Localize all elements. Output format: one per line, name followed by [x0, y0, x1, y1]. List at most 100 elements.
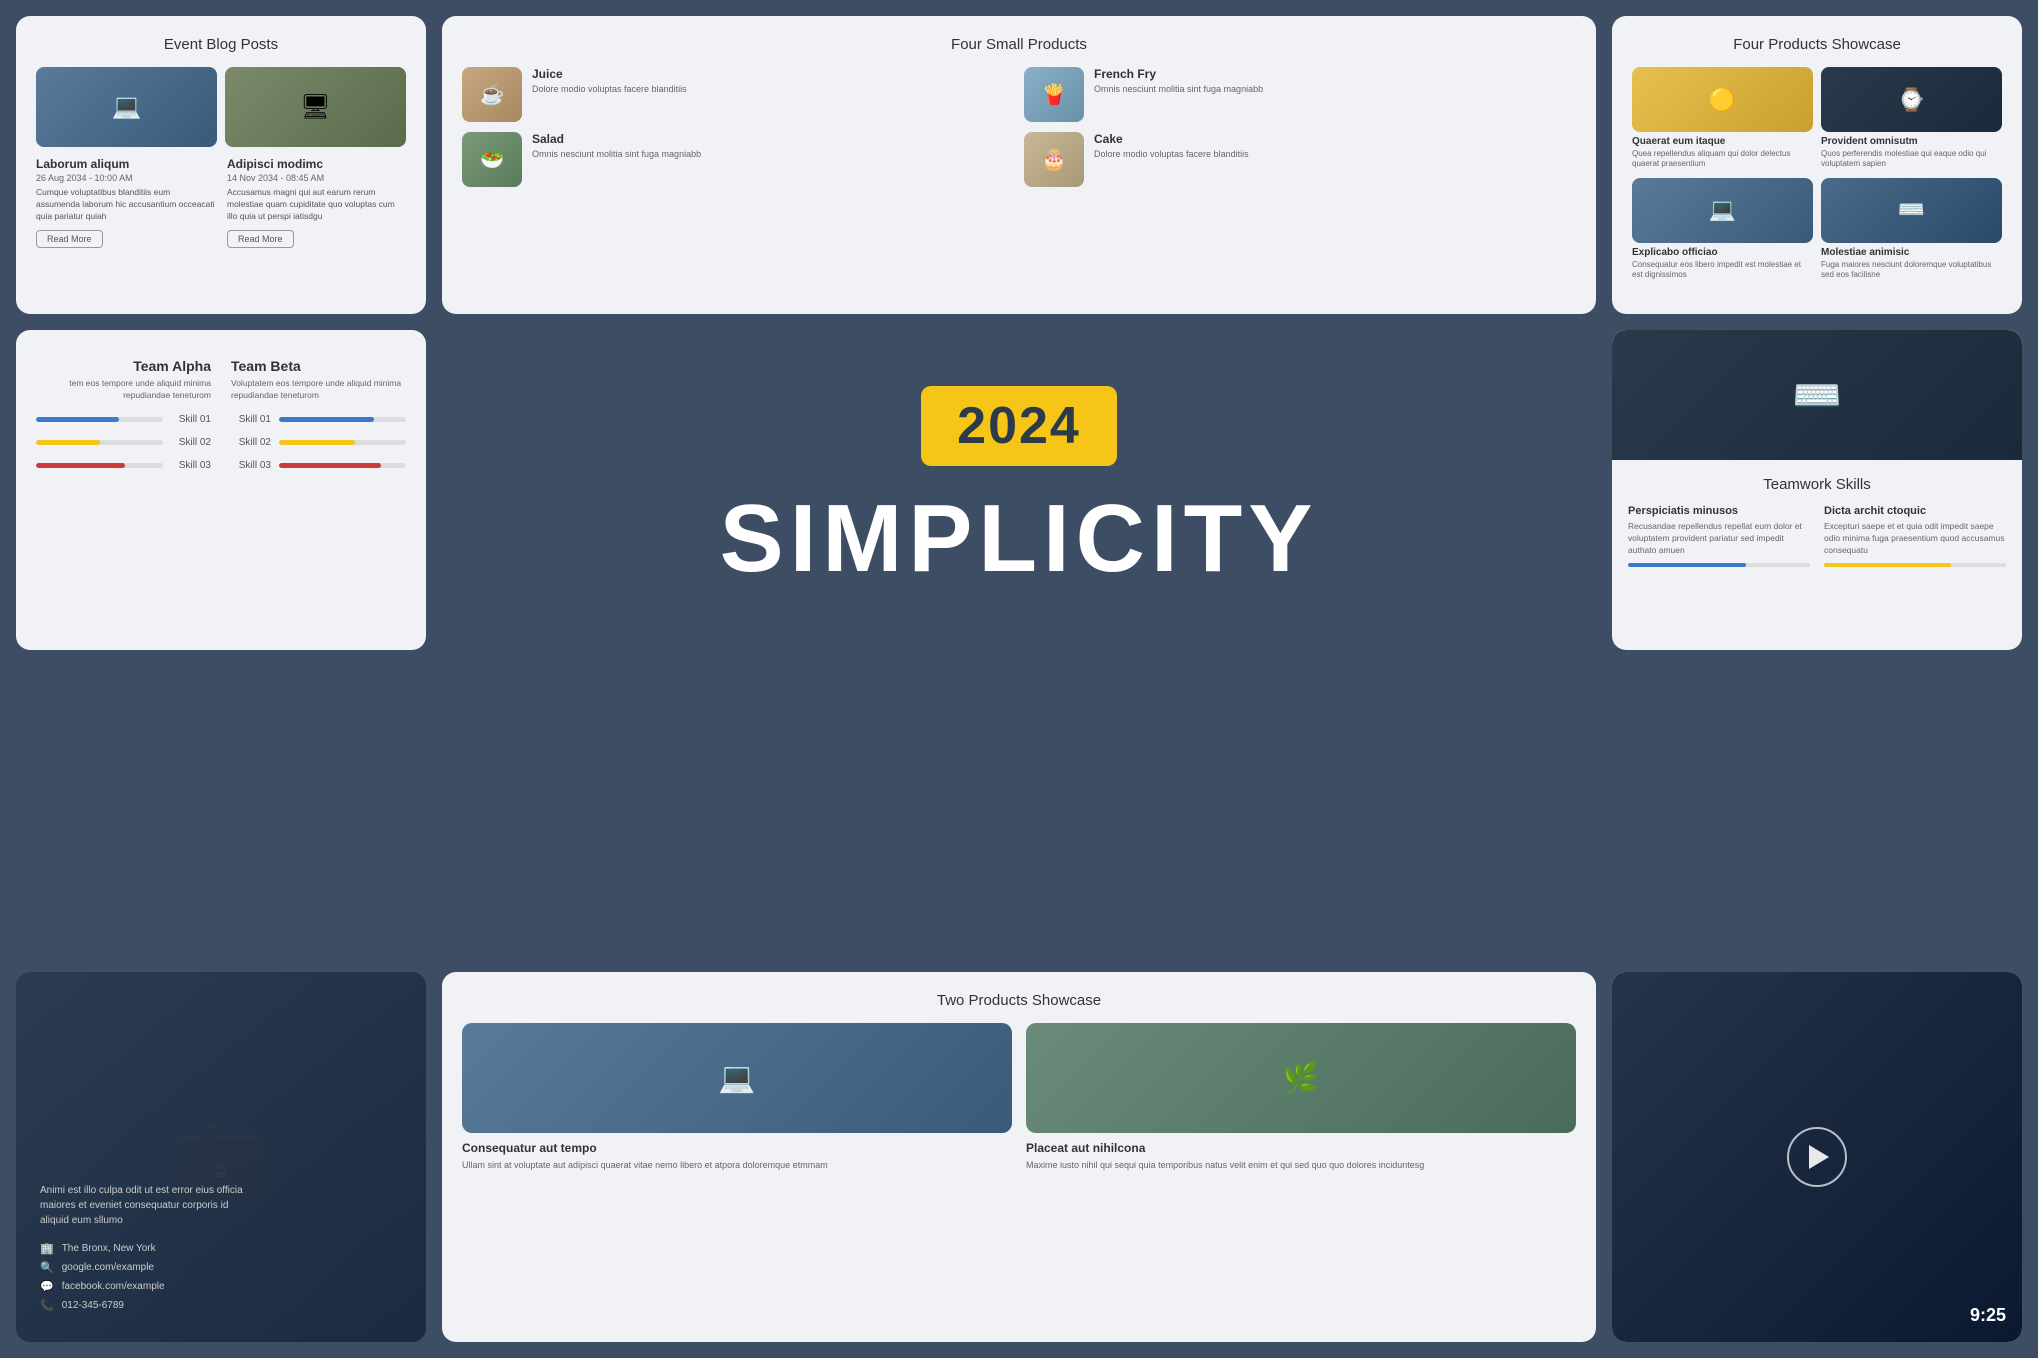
contact-facebook: 💬 facebook.com/example [40, 1280, 260, 1293]
facebook-icon: 💬 [40, 1280, 54, 1293]
contact-card: 💼 Animi est illo culpa odit ut est error… [16, 972, 426, 1342]
teamwork-bar-2 [1824, 563, 1951, 567]
two-product-img-1: 💻 [462, 1023, 1012, 1133]
contact-phone: 📞 012-345-6789 [40, 1299, 260, 1312]
skill-alpha-1-label: Skill 01 [171, 414, 211, 425]
blog-post-1: Laborum aliqum 26 Aug 2034 - 10:00 AM Cu… [36, 157, 215, 248]
skill-beta-2: Skill 02 [231, 437, 406, 448]
skill-alpha-3-bar-container [36, 463, 163, 468]
two-product-name-2: Placeat aut nihilcona [1026, 1141, 1576, 1155]
blog-post-1-text: Cumque voluptatibus blanditiis eum assum… [36, 187, 215, 223]
skill-beta-3: Skill 03 [231, 460, 406, 471]
product-name-juice: Juice [532, 67, 687, 81]
product-item-juice: ☕ Juice Dolore modio voluptas facere bla… [462, 67, 1014, 122]
blog-post-2-read-more[interactable]: Read More [227, 230, 294, 248]
team-alpha-title: Team Alpha [36, 358, 211, 374]
contact-website-text: google.com/example [62, 1262, 154, 1273]
skills-card: Team Alpha tem eos tempore unde aliquid … [16, 330, 426, 650]
skill-beta-3-label: Skill 03 [231, 460, 271, 471]
showcase-name-2: Provident omnisutm [1821, 136, 2002, 147]
teamwork-item-1-desc: Recusandae repellendus repellat eum dolo… [1628, 521, 1810, 557]
skill-alpha-1: Skill 01 [36, 414, 211, 425]
blog-post-1-read-more[interactable]: Read More [36, 230, 103, 248]
blog-post-2-title: Adipisci modimc [227, 157, 406, 171]
showcase-desc-2: Quos perferendis molestiae qui eaque odi… [1821, 149, 2002, 170]
two-product-desc-1: Ullam sint at voluptate aut adipisci qua… [462, 1159, 1012, 1172]
product-thumb-cake: 🎂 [1024, 132, 1084, 187]
showcase-name-1: Quaerat eum itaque [1632, 136, 1813, 147]
skill-beta-2-bar-container [279, 440, 406, 445]
hero-section: 2024 SIMPLICITY [442, 330, 1596, 650]
teamwork-item-2-desc: Excepturi saepe et et quia odit impedit … [1824, 521, 2006, 557]
skill-beta-3-bar [279, 463, 381, 468]
team-beta-title: Team Beta [231, 358, 406, 374]
blog-post-2-date: 14 Nov 2034 - 08:45 AM [227, 173, 406, 183]
product-name-cake: Cake [1094, 132, 1249, 146]
skill-alpha-1-bar [36, 417, 119, 422]
skills-col-beta: Team Beta Voluptatem eos tempore unde al… [231, 358, 406, 483]
showcase-grid: 🟡 Quaerat eum itaque Quea repellendus al… [1632, 67, 2002, 281]
two-product-item-2: 🌿 Placeat aut nihilcona Maxime iusto nih… [1026, 1023, 1576, 1172]
showcase-img-2: ⌚ [1821, 67, 2002, 132]
product-item-salad: 🥗 Salad Omnis nesciunt molitia sint fuga… [462, 132, 1014, 187]
team-beta-desc: Voluptatem eos tempore unde aliquid mini… [231, 378, 406, 402]
contact-overlay: Animi est illo culpa odit ut est error e… [16, 972, 426, 1342]
product-name-salad: Salad [532, 132, 701, 146]
teamwork-item-2: Dicta archit ctoquic Excepturi saepe et … [1824, 505, 2006, 567]
video-bg: 9:25 [1612, 972, 2022, 1342]
showcase-desc-1: Quea repellendus aliquam qui dolor delec… [1632, 149, 1813, 170]
contact-facebook-text: facebook.com/example [62, 1281, 165, 1292]
two-products-grid: 💻 Consequatur aut tempo Ullam sint at vo… [462, 1023, 1576, 1172]
product-desc-juice: Dolore modio voluptas facere blanditiis [532, 83, 687, 96]
four-showcase-card: Four Products Showcase 🟡 Quaerat eum ita… [1612, 16, 2022, 314]
product-name-fry: French Fry [1094, 67, 1263, 81]
product-thumb-juice: ☕ [462, 67, 522, 122]
blog-post-2-text: Accusamus magni qui aut earum rerum mole… [227, 187, 406, 223]
team-alpha-desc: tem eos tempore unde aliquid minima repu… [36, 378, 211, 402]
blog-images-row [36, 67, 406, 147]
contact-phone-text: 012-345-6789 [62, 1300, 124, 1311]
products-grid: ☕ Juice Dolore modio voluptas facere bla… [462, 67, 1576, 187]
product-desc-salad: Omnis nesciunt molitia sint fuga magniab… [532, 148, 701, 161]
skill-alpha-3-label: Skill 03 [171, 460, 211, 471]
showcase-name-4: Molestiae animisic [1821, 247, 2002, 258]
blog-post-1-title: Laborum aliqum [36, 157, 215, 171]
hero-year: 2024 [921, 386, 1117, 466]
showcase-img-4: ⌨️ [1821, 178, 2002, 243]
skill-beta-2-label: Skill 02 [231, 437, 271, 448]
two-product-desc-2: Maxime iusto nihil qui sequi quia tempor… [1026, 1159, 1576, 1172]
product-item-cake: 🎂 Cake Dolore modio voluptas facere blan… [1024, 132, 1576, 187]
product-info-cake: Cake Dolore modio voluptas facere blandi… [1094, 132, 1249, 161]
four-products-title: Four Small Products [462, 36, 1576, 53]
showcase-desc-4: Fuga maiores nesciunt doloremque volupta… [1821, 260, 2002, 281]
product-thumb-fry: 🍟 [1024, 67, 1084, 122]
blog-post-1-date: 26 Aug 2034 - 10:00 AM [36, 173, 215, 183]
video-time: 9:25 [1970, 1305, 2006, 1326]
skill-alpha-3: Skill 03 [36, 460, 211, 471]
skill-beta-3-bar-container [279, 463, 406, 468]
four-small-products-card: Four Small Products ☕ Juice Dolore modio… [442, 16, 1596, 314]
skill-beta-2-bar [279, 440, 355, 445]
skill-alpha-2-label: Skill 02 [171, 437, 211, 448]
skill-alpha-2: Skill 02 [36, 437, 211, 448]
skills-content: Team Alpha tem eos tempore unde aliquid … [36, 358, 406, 483]
blog-image-office [225, 67, 406, 147]
two-products-title: Two Products Showcase [462, 992, 1576, 1009]
location-icon: 🏢 [40, 1242, 54, 1255]
teamwork-card: ⌨️ Teamwork Skills Perspiciatis minusos … [1612, 330, 2022, 650]
two-products-card: Two Products Showcase 💻 Consequatur aut … [442, 972, 1596, 1342]
video-card: 9:25 [1612, 972, 2022, 1342]
skill-alpha-3-bar [36, 463, 125, 468]
blog-post-2: Adipisci modimc 14 Nov 2034 - 08:45 AM A… [227, 157, 406, 248]
teamwork-image: ⌨️ [1612, 330, 2022, 460]
product-thumb-salad: 🥗 [462, 132, 522, 187]
blog-posts-row: Laborum aliqum 26 Aug 2034 - 10:00 AM Cu… [36, 157, 406, 248]
skill-alpha-1-bar-container [36, 417, 163, 422]
web-icon: 🔍 [40, 1261, 54, 1274]
teamwork-item-1: Perspiciatis minusos Recusandae repellen… [1628, 505, 1810, 567]
teamwork-bar-1 [1628, 563, 1746, 567]
skill-beta-1-bar-container [279, 417, 406, 422]
play-button[interactable] [1787, 1127, 1847, 1187]
product-item-fry: 🍟 French Fry Omnis nesciunt molitia sint… [1024, 67, 1576, 122]
two-product-name-1: Consequatur aut tempo [462, 1141, 1012, 1155]
